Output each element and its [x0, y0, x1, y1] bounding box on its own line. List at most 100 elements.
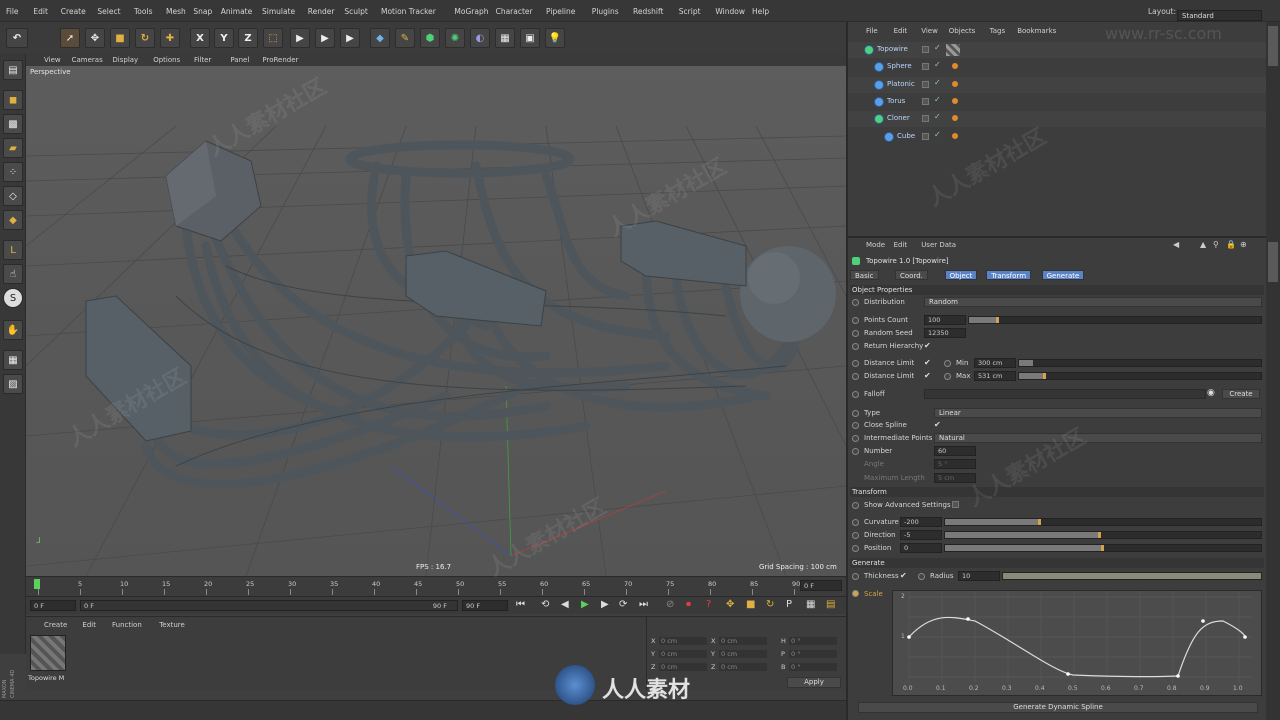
autokey-icon[interactable]: ⊘ — [666, 599, 674, 610]
next-frame-icon[interactable]: ▶ — [601, 599, 609, 610]
workplane-icon[interactable]: ▰ — [3, 138, 23, 158]
nav-back-icon[interactable]: ◀ — [1173, 240, 1179, 249]
type-select[interactable]: Linear — [934, 408, 1262, 418]
menu-mograph[interactable]: MoGraph — [454, 7, 488, 16]
coord-value[interactable]: 0 cm — [659, 663, 707, 671]
pen-spline-icon[interactable]: ✎ — [395, 28, 415, 48]
attr-menu-edit[interactable]: Edit — [894, 241, 908, 249]
attr-menu-mode[interactable]: Mode — [866, 241, 885, 249]
make-editable-icon[interactable]: ▤ — [3, 60, 23, 80]
key-scale-icon[interactable]: ■ — [746, 599, 755, 610]
material-swatch[interactable] — [30, 635, 66, 671]
coord-value[interactable]: 0 cm — [659, 637, 707, 645]
tab-transform[interactable]: Transform — [986, 270, 1032, 280]
max-slider[interactable] — [1018, 372, 1262, 380]
floor-icon[interactable]: ▦ — [495, 28, 515, 48]
object-name[interactable]: Sphere — [887, 62, 912, 70]
create-falloff-button[interactable]: Create — [1222, 389, 1260, 399]
key-position-icon[interactable]: ✥ — [726, 599, 734, 610]
object-menu-bookmarks[interactable]: Bookmarks — [1017, 27, 1056, 35]
playhead[interactable] — [34, 579, 40, 589]
menu-sculpt[interactable]: Sculpt — [344, 7, 367, 16]
menu-plugins[interactable]: Plugins — [592, 7, 619, 16]
object-row-cloner[interactable]: Cloner ✓ — [848, 111, 1268, 128]
coord-value2[interactable]: 0 cm — [719, 637, 767, 645]
lock-workplane-icon[interactable]: ▨ — [3, 374, 23, 394]
viewport[interactable]: Perspective FPS : 16.7 Grid Spacing : 10… — [26, 66, 846, 576]
random-seed-field[interactable]: 12350 — [924, 328, 966, 338]
start-frame-field[interactable]: 0 F — [30, 600, 76, 611]
visibility-dot[interactable] — [922, 80, 929, 88]
min-field[interactable]: 300 cm — [974, 358, 1016, 368]
distance-limit-checkbox[interactable]: ✔ — [924, 358, 931, 367]
menu-render[interactable]: Render — [308, 7, 335, 16]
close-spline-checkbox[interactable]: ✔ — [934, 420, 941, 429]
key-rotation-icon[interactable]: ↻ — [766, 599, 774, 610]
menu-pipeline[interactable]: Pipeline — [546, 7, 575, 16]
texture-mode-icon[interactable]: ▩ — [3, 114, 23, 134]
attr-menu-user-data[interactable]: User Data — [921, 241, 956, 249]
menu-animate[interactable]: Animate — [221, 7, 252, 16]
tweak-mode-icon[interactable]: ☝ — [3, 264, 23, 284]
go-to-end-icon[interactable]: ⏭ — [639, 599, 648, 610]
object-menu-tags[interactable]: Tags — [990, 27, 1006, 35]
apply-button[interactable]: Apply — [787, 677, 841, 688]
search-icon[interactable]: ⚲ — [1213, 240, 1219, 249]
material-menu-edit[interactable]: Edit — [82, 621, 96, 629]
axis-mode-icon[interactable]: L — [3, 240, 23, 260]
play-icon[interactable]: ▶ — [581, 599, 589, 610]
rotate-tool-icon[interactable]: ↻ — [135, 28, 155, 48]
scale-tool-icon[interactable]: ■ — [110, 28, 130, 48]
subdivision-icon[interactable]: ⬢ — [420, 28, 440, 48]
menu-snap[interactable]: Snap — [193, 7, 212, 16]
visibility-dot[interactable] — [922, 115, 929, 123]
enabled-check-icon[interactable]: ✓ — [934, 130, 941, 139]
tab-object[interactable]: Object — [944, 270, 978, 280]
menu-motion-tracker[interactable]: Motion Tracker — [381, 7, 436, 16]
tag-icon[interactable] — [952, 97, 958, 104]
radius-slider[interactable] — [1002, 572, 1262, 580]
viewport-menu-view[interactable]: View — [44, 56, 61, 64]
snap-icon[interactable]: S — [3, 288, 23, 308]
intermediate-points-select[interactable]: Natural — [934, 433, 1262, 443]
enabled-check-icon[interactable]: ✓ — [934, 78, 941, 87]
radius-field[interactable]: 10 — [958, 571, 1000, 581]
attributes-side-tab[interactable] — [1268, 242, 1278, 282]
scale-spline-graph[interactable]: 2 1 0.0 0.1 0.2 0.3 0.4 0.5 0.6 0.7 0.8 0.9 1.0 — [892, 590, 1262, 696]
object-row-platonic[interactable]: Platonic ✓ — [848, 76, 1268, 93]
menu-create[interactable]: Create — [61, 7, 86, 16]
enabled-check-icon[interactable]: ✓ — [934, 60, 941, 69]
points-count-slider[interactable] — [968, 316, 1262, 324]
points-mode-icon[interactable]: ⁘ — [3, 162, 23, 182]
falloff-pick-icon[interactable]: ◉ — [1207, 388, 1215, 398]
render-picture-icon[interactable]: ▶ — [315, 28, 335, 48]
cloner-icon[interactable]: ✺ — [445, 28, 465, 48]
object-menu-objects[interactable]: Objects — [949, 27, 975, 35]
viewport-menu-options[interactable]: Options — [153, 56, 180, 64]
return-hierarchy-checkbox[interactable]: ✔ — [924, 341, 931, 350]
menu-redshift[interactable]: Redshift — [633, 7, 663, 16]
y-axis-lock-button[interactable]: Y — [214, 28, 234, 48]
lock-icon[interactable]: 🔒 — [1226, 240, 1236, 249]
coord-value2[interactable]: 0 cm — [719, 650, 767, 658]
end-frame-field[interactable]: 90 F — [462, 600, 508, 611]
enabled-check-icon[interactable]: ✓ — [934, 43, 941, 52]
coord-value3[interactable]: 0 ° — [789, 663, 837, 671]
object-name[interactable]: Platonic — [887, 80, 915, 88]
object-menu-edit[interactable]: Edit — [894, 27, 908, 35]
object-row-cube[interactable]: Cube ✓ — [848, 129, 1268, 145]
menu-mesh[interactable]: Mesh — [166, 7, 186, 16]
menu-simulate[interactable]: Simulate — [262, 7, 295, 16]
position-field[interactable]: 0 — [900, 543, 942, 553]
object-name[interactable]: Cube — [897, 132, 915, 140]
viewport-menu-panel[interactable]: Panel — [230, 56, 249, 64]
key-pla-icon[interactable]: ▦ — [806, 599, 815, 610]
object-row-sphere[interactable]: Sphere ✓ — [848, 59, 1268, 75]
light-icon[interactable]: 💡 — [545, 28, 565, 48]
tab-basic[interactable]: Basic — [850, 270, 879, 280]
visibility-dot[interactable] — [922, 132, 929, 140]
menu-edit[interactable]: Edit — [33, 7, 48, 16]
material-menu-create[interactable]: Create — [44, 621, 67, 629]
curvature-slider[interactable] — [944, 518, 1262, 526]
falloff-link-field[interactable] — [924, 389, 1206, 399]
